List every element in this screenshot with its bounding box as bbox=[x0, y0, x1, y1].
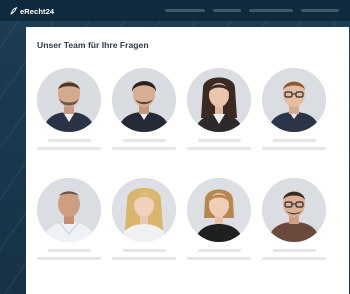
man-glasses-portrait bbox=[262, 68, 326, 132]
team-member-card[interactable] bbox=[112, 178, 176, 268]
team-panel: Unser Team für Ihre Fragen bbox=[26, 27, 349, 294]
nav-item-placeholder[interactable] bbox=[213, 9, 241, 12]
name-placeholder bbox=[123, 249, 166, 252]
name-placeholder bbox=[273, 139, 316, 142]
avatar bbox=[112, 68, 176, 132]
team-member-card[interactable] bbox=[187, 178, 251, 268]
role-placeholder bbox=[262, 257, 326, 260]
name-placeholder bbox=[198, 249, 241, 252]
avatar bbox=[187, 178, 251, 242]
avatar bbox=[37, 178, 101, 242]
role-placeholder bbox=[112, 257, 176, 260]
role-placeholder bbox=[37, 147, 101, 150]
avatar bbox=[262, 68, 326, 132]
name-placeholder bbox=[198, 139, 241, 142]
man-beard-shirt-portrait bbox=[37, 68, 101, 132]
top-navigation-bar: eRecht24 bbox=[0, 0, 350, 21]
man-bald-portrait bbox=[37, 178, 101, 242]
name-placeholder bbox=[273, 249, 316, 252]
role-placeholder bbox=[112, 147, 176, 150]
man-dark-hair-portrait bbox=[112, 68, 176, 132]
name-placeholder bbox=[48, 139, 91, 142]
team-member-card[interactable] bbox=[187, 68, 251, 158]
woman-blonde-portrait bbox=[112, 178, 176, 242]
team-member-card[interactable] bbox=[37, 68, 101, 158]
pen-nib-icon bbox=[10, 7, 18, 15]
section-title: Unser Team für Ihre Fragen bbox=[37, 40, 149, 50]
nav-menu-placeholder bbox=[165, 9, 339, 12]
woman-long-dark-hair-portrait bbox=[187, 68, 251, 132]
avatar bbox=[262, 178, 326, 242]
role-placeholder bbox=[187, 147, 251, 150]
role-placeholder bbox=[262, 147, 326, 150]
woman-short-hair-portrait bbox=[187, 178, 251, 242]
team-member-card[interactable] bbox=[262, 68, 326, 158]
nav-item-placeholder[interactable] bbox=[301, 9, 339, 12]
nav-item-placeholder[interactable] bbox=[165, 9, 205, 12]
logo-text: eRecht24 bbox=[20, 6, 55, 16]
team-member-card[interactable] bbox=[262, 178, 326, 268]
team-member-card[interactable] bbox=[112, 68, 176, 158]
name-placeholder bbox=[48, 249, 91, 252]
team-member-card[interactable] bbox=[37, 178, 101, 268]
site-logo[interactable]: eRecht24 bbox=[10, 5, 54, 17]
avatar bbox=[187, 68, 251, 132]
avatar bbox=[112, 178, 176, 242]
man-glasses-dark-shirt-portrait bbox=[262, 178, 326, 242]
name-placeholder bbox=[123, 139, 166, 142]
nav-item-placeholder[interactable] bbox=[249, 9, 293, 12]
role-placeholder bbox=[37, 257, 101, 260]
avatar bbox=[37, 68, 101, 132]
role-placeholder bbox=[187, 257, 251, 260]
